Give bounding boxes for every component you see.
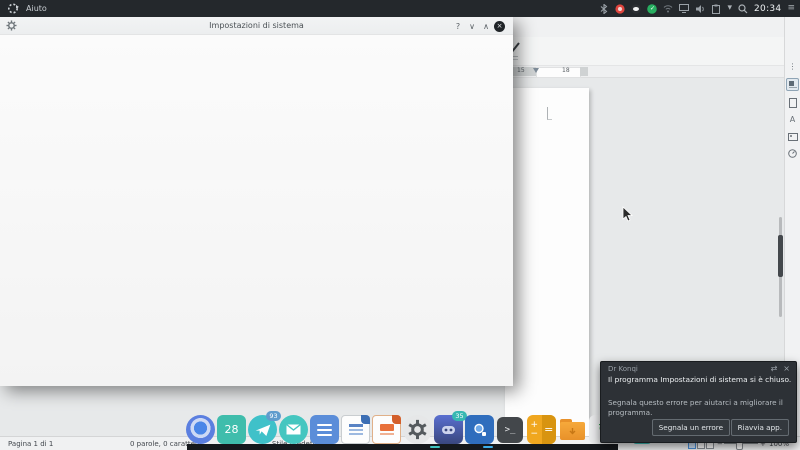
sidebar-navigator-icon[interactable] [787, 148, 798, 159]
dock-archive-icon[interactable] [310, 415, 339, 444]
dock-panel [187, 444, 618, 450]
bluetooth-icon[interactable] [599, 3, 609, 14]
system-tray: ✓ ▾ 20:34 ≡ [599, 0, 800, 17]
shield-check-icon[interactable]: ✓ [647, 3, 658, 14]
dock-browser-icon[interactable] [186, 415, 215, 444]
dock-discover-icon[interactable] [465, 415, 494, 444]
dock-telegram-icon[interactable]: 93 [248, 411, 281, 444]
writer-icon-fold [361, 415, 370, 424]
report-error-button[interactable]: Segnala un errore [651, 419, 730, 436]
close-button[interactable]: × [494, 20, 505, 32]
system-settings-window: Impostazioni di sistema ? ∨ ∧ × [0, 17, 513, 386]
sidebar-styles-icon[interactable]: A [787, 114, 798, 125]
page-count-field[interactable]: Pagina 1 di 1 [8, 440, 53, 448]
mouse-cursor [622, 206, 633, 222]
crash-body-text: Segnala questo errore per aiutarci a mig… [608, 398, 783, 418]
dock-terminal-icon[interactable]: >_ [497, 417, 523, 443]
display-icon[interactable] [679, 4, 690, 14]
running-indicator [483, 446, 493, 448]
dock-calendar-icon[interactable]: 28 [217, 415, 246, 444]
clock[interactable]: 20:34 [754, 4, 781, 14]
dock-steam-icon[interactable]: 35 [434, 411, 467, 444]
notification-app-name: Dr Konqi [608, 365, 638, 373]
notification-close-icon[interactable]: × [783, 364, 790, 373]
window-title: Impostazioni di sistema [209, 21, 304, 30]
sidebar-gallery-icon[interactable] [787, 131, 798, 142]
record-icon[interactable] [615, 3, 626, 14]
dock-downloads-folder-icon[interactable] [558, 415, 587, 444]
vertical-scrollbar-thumb[interactable] [778, 235, 783, 277]
app-launcher-icon[interactable] [7, 3, 19, 14]
sidebar-properties-icon[interactable] [786, 78, 799, 91]
top-panel: Aiuto ✓ ▾ 20:34 ≡ [0, 0, 800, 17]
dock-impress-icon[interactable] [372, 415, 401, 444]
restart-app-button[interactable]: Riavvia app. [730, 419, 789, 436]
sidebar-page-icon[interactable] [787, 97, 798, 108]
indent-marker[interactable] [533, 68, 539, 73]
search-icon[interactable] [738, 3, 748, 14]
clipboard-icon[interactable] [711, 4, 721, 14]
discord-icon[interactable] [631, 3, 642, 14]
settings-window-body [0, 35, 513, 386]
text-cursor [547, 107, 552, 120]
dock-mail-icon[interactable] [279, 415, 308, 444]
drkonqi-notification: Dr Konqi ⇄ × Il programma Impostazioni d… [600, 361, 797, 443]
minimize-button[interactable]: ∨ [466, 20, 478, 32]
ruler-right-margin [580, 67, 588, 76]
running-indicator [430, 446, 440, 448]
menu-aiuto[interactable]: Aiuto [26, 4, 47, 13]
tray-expand-caret-icon[interactable]: ▾ [727, 4, 732, 13]
settings-titlebar[interactable]: Impostazioni di sistema ? ∨ ∧ × [0, 17, 513, 35]
notification-actions-icon[interactable]: ⇄ [771, 364, 778, 373]
maximize-button[interactable]: ∧ [480, 20, 492, 32]
wifi-icon[interactable] [663, 4, 673, 14]
dock-settings-icon[interactable] [403, 415, 432, 444]
ruler-active-area [536, 67, 581, 78]
sidebar-menu-icon[interactable]: ⋮ [787, 61, 798, 72]
ruler-number: 18 [562, 67, 570, 74]
dock-writer-icon[interactable] [341, 415, 370, 444]
dock-calculator-icon[interactable]: + − = [527, 415, 556, 444]
document-page[interactable] [505, 88, 589, 437]
impress-icon-fold [392, 415, 401, 424]
help-button[interactable]: ? [452, 20, 464, 32]
crash-heading: Il programma Impostazioni di sistema si … [608, 375, 791, 384]
panel-hamburger-icon[interactable]: ≡ [787, 4, 795, 13]
volume-icon[interactable] [695, 4, 705, 14]
ruler-number: 15 [517, 67, 525, 74]
